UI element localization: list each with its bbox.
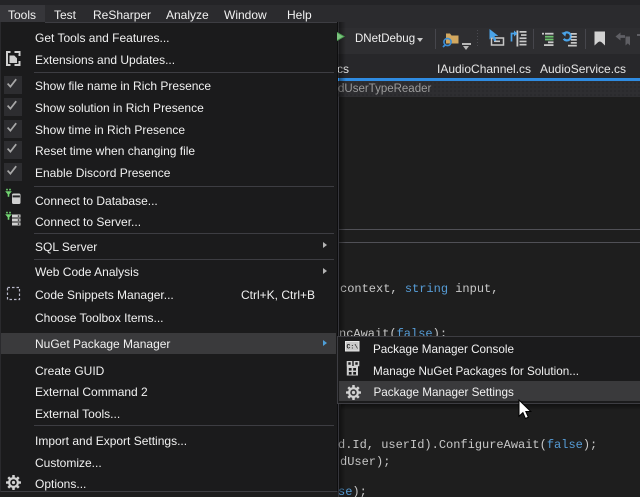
- svg-text:C:\: C:\: [347, 344, 359, 351]
